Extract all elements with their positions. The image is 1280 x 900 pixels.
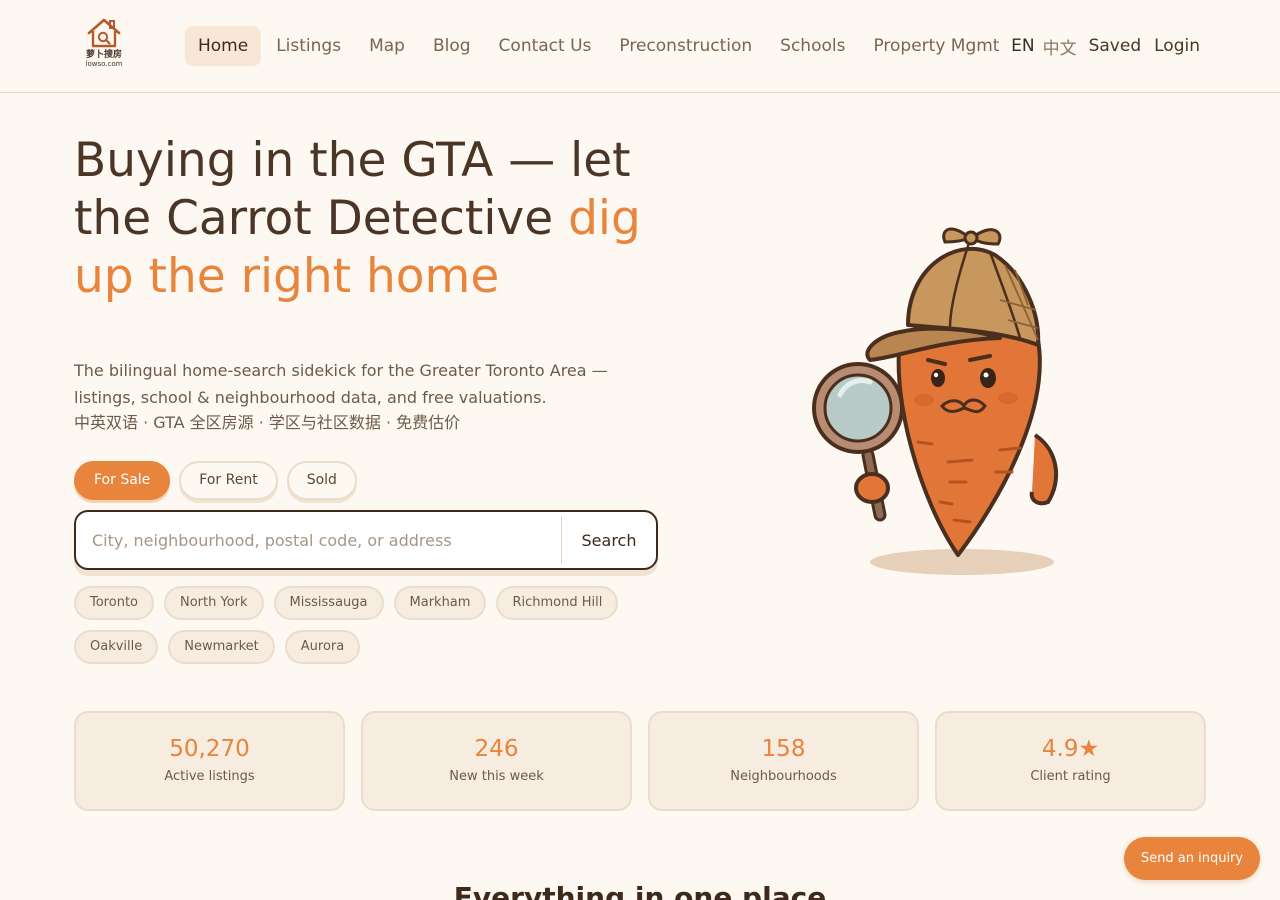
city-chips: Toronto North York Mississauga Markham R… — [74, 586, 674, 674]
carrot-detective-mascot — [812, 227, 1059, 575]
city-chip-aurora[interactable]: Aurora — [284, 630, 361, 664]
stat-label: Active listings — [164, 769, 255, 784]
stat-card-neighbourhoods: 158 Neighbourhoods — [648, 711, 919, 811]
brand-name-cn: 萝卜搜房 — [85, 50, 122, 60]
city-chips-row-2: Oakville Newmarket Aurora — [74, 630, 674, 664]
nav-home[interactable]: Home — [185, 26, 262, 66]
brand-logo[interactable]: 萝卜搜房 lowso.com — [80, 17, 128, 75]
stat-card-new-this-week: 246 New this week — [361, 711, 632, 811]
hero-subtitle: The bilingual home-search sidekick for t… — [74, 361, 608, 407]
site-header: 萝卜搜房 lowso.com Home Listings Map Blog Co… — [0, 0, 1280, 93]
send-inquiry-button[interactable]: Send an inquiry — [1124, 837, 1260, 880]
stats-row: 50,270 Active listings 246 New this week… — [74, 711, 1206, 811]
tab-for-sale[interactable]: For Sale — [74, 461, 171, 500]
stat-value: 50,270 — [169, 736, 250, 762]
lang-en-toggle[interactable]: EN — [1011, 36, 1034, 56]
account-nav: EN 中文 Saved Login — [999, 26, 1200, 66]
nav-blog[interactable]: Blog — [420, 26, 484, 66]
house-logo-icon — [87, 18, 121, 48]
hero-title: Buying in the GTA — let the Carrot Detec… — [74, 132, 674, 306]
stat-card-active-listings: 50,270 Active listings — [74, 711, 345, 811]
nav-contact-us[interactable]: Contact Us — [486, 26, 605, 66]
nav-schools[interactable]: Schools — [767, 26, 858, 66]
tab-sold[interactable]: Sold — [286, 461, 357, 500]
login-link[interactable]: Login — [1154, 36, 1200, 56]
city-chip-north-york[interactable]: North York — [164, 586, 264, 620]
city-chip-markham[interactable]: Markham — [393, 586, 487, 620]
city-chip-mississauga[interactable]: Mississauga — [273, 586, 384, 620]
section-title: Everything in one place — [453, 881, 827, 900]
stat-label: New this week — [449, 769, 544, 784]
brand-domain: lowso.com — [85, 60, 123, 68]
saved-link[interactable]: Saved — [1089, 36, 1142, 56]
nav-property-mgmt[interactable]: Property Mgmt — [860, 26, 1012, 66]
search-button[interactable]: Search — [562, 512, 656, 568]
hero-title-main: Buying in the GTA — let the Carrot Detec… — [74, 133, 631, 246]
stat-card-client-rating: 4.9★ Client rating — [935, 711, 1206, 811]
main-nav: Home Listings Map Blog Contact Us Precon… — [185, 26, 1014, 66]
lang-zh-toggle[interactable]: 中文 — [1043, 34, 1077, 59]
search-input[interactable] — [76, 512, 561, 568]
search-bar: Search — [74, 510, 658, 570]
listing-type-tabs: For Sale For Rent Sold — [74, 461, 366, 500]
city-chip-toronto[interactable]: Toronto — [74, 586, 154, 620]
nav-preconstruction[interactable]: Preconstruction — [606, 26, 765, 66]
nav-listings[interactable]: Listings — [263, 26, 354, 66]
stat-value: 246 — [474, 736, 519, 762]
stat-value: 4.9★ — [1041, 736, 1100, 762]
stat-label: Neighbourhoods — [730, 769, 837, 784]
stat-value: 158 — [761, 736, 806, 762]
city-chip-richmond-hill[interactable]: Richmond Hill — [496, 586, 619, 620]
stat-label: Client rating — [1030, 769, 1111, 784]
city-chips-row-1: Toronto North York Mississauga Markham R… — [74, 586, 674, 620]
city-chip-newmarket[interactable]: Newmarket — [168, 630, 275, 664]
city-chip-oakville[interactable]: Oakville — [74, 630, 159, 664]
tab-for-rent[interactable]: For Rent — [179, 461, 278, 500]
hero-subtitle-cn: 中英双语 · GTA 全区房源 · 学区与社区数据 · 免费估价 — [74, 413, 461, 432]
nav-map[interactable]: Map — [356, 26, 418, 66]
